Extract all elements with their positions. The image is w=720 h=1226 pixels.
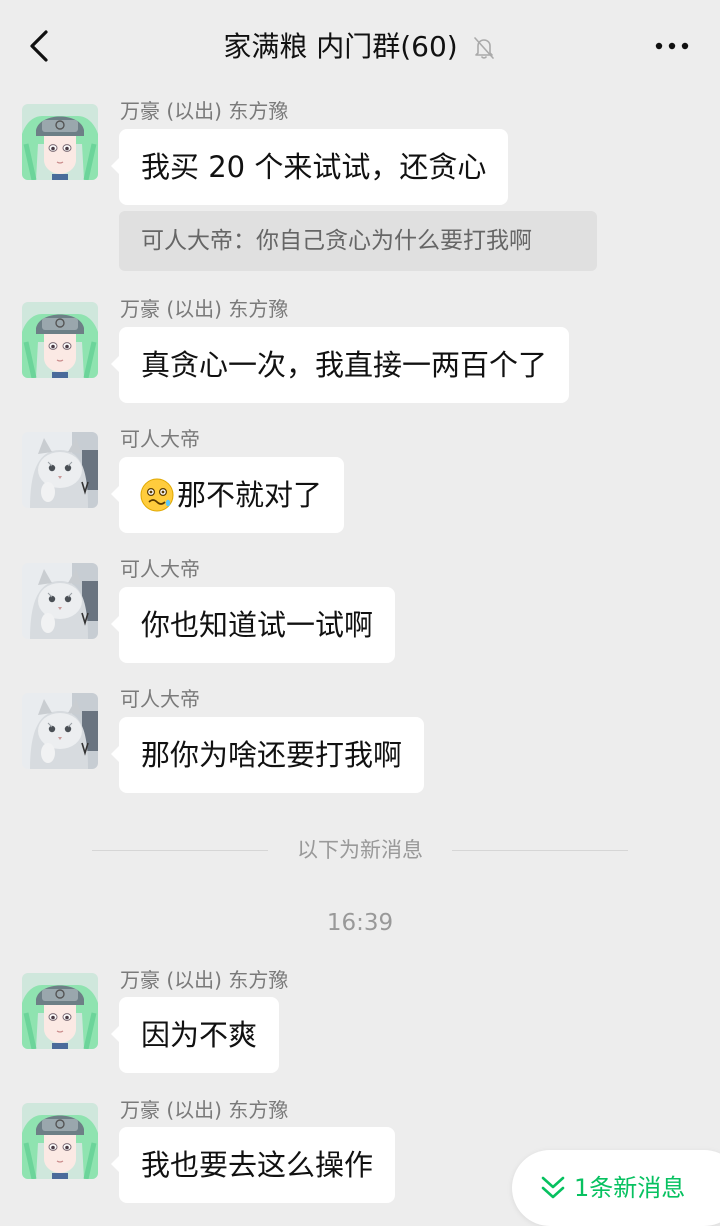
message-bubble[interactable]: 那你为啥还要打我啊	[110, 717, 425, 793]
avatar-green-hair-anime[interactable]	[22, 1103, 98, 1179]
sender-name: 万豪 (以出) 东方豫	[120, 968, 289, 992]
quoted-reply[interactable]: 可人大帝：你自己贪心为什么要打我啊	[119, 211, 597, 271]
bell-off-icon	[473, 37, 494, 59]
sender-name: 可人大帝	[120, 557, 200, 581]
avatar-cat[interactable]	[22, 563, 98, 639]
sender-name: 万豪 (以出) 东方豫	[120, 1098, 289, 1122]
avatar-cat[interactable]	[22, 693, 98, 769]
chat-header: 家满粮 内门群(60)	[0, 0, 720, 90]
message-bubble[interactable]: 因为不爽	[110, 997, 280, 1073]
woozy-face-emoji-icon	[140, 478, 174, 512]
avatar-green-hair-anime[interactable]	[22, 973, 98, 1049]
chat-title-wrap: 家满粮 内门群(60)	[0, 27, 720, 67]
message-bubble[interactable]: 真贪心一次，我直接一两百个了	[110, 327, 570, 403]
new-messages-label: 1条新消息	[574, 1174, 686, 1202]
double-chevron-down-icon	[541, 1176, 565, 1199]
sender-name: 可人大帝	[120, 427, 200, 451]
message-bubble[interactable]: 我买 20 个来试试，还贪心	[110, 129, 509, 205]
more-horizontal-icon[interactable]	[654, 36, 690, 56]
sender-name: 万豪 (以出) 东方豫	[120, 297, 289, 321]
message-bubble[interactable]: 你也知道试一试啊	[110, 587, 396, 663]
avatar-green-hair-anime[interactable]	[22, 104, 98, 180]
chat-title: 家满粮 内门群(60)	[223, 30, 458, 63]
message-bubble[interactable]: 那不就对了	[110, 457, 345, 533]
sender-name: 万豪 (以出) 东方豫	[120, 99, 289, 123]
divider-line	[452, 850, 628, 851]
timestamp: 16:39	[326, 910, 394, 936]
new-messages-divider: 以下为新消息	[92, 836, 628, 864]
message-bubble[interactable]: 我也要去这么操作	[110, 1127, 396, 1203]
sender-name: 可人大帝	[120, 687, 200, 711]
new-messages-button[interactable]: 1条新消息	[512, 1150, 720, 1226]
avatar-green-hair-anime[interactable]	[22, 302, 98, 378]
message-text: 那不就对了	[177, 478, 323, 512]
avatar-cat[interactable]	[22, 432, 98, 508]
